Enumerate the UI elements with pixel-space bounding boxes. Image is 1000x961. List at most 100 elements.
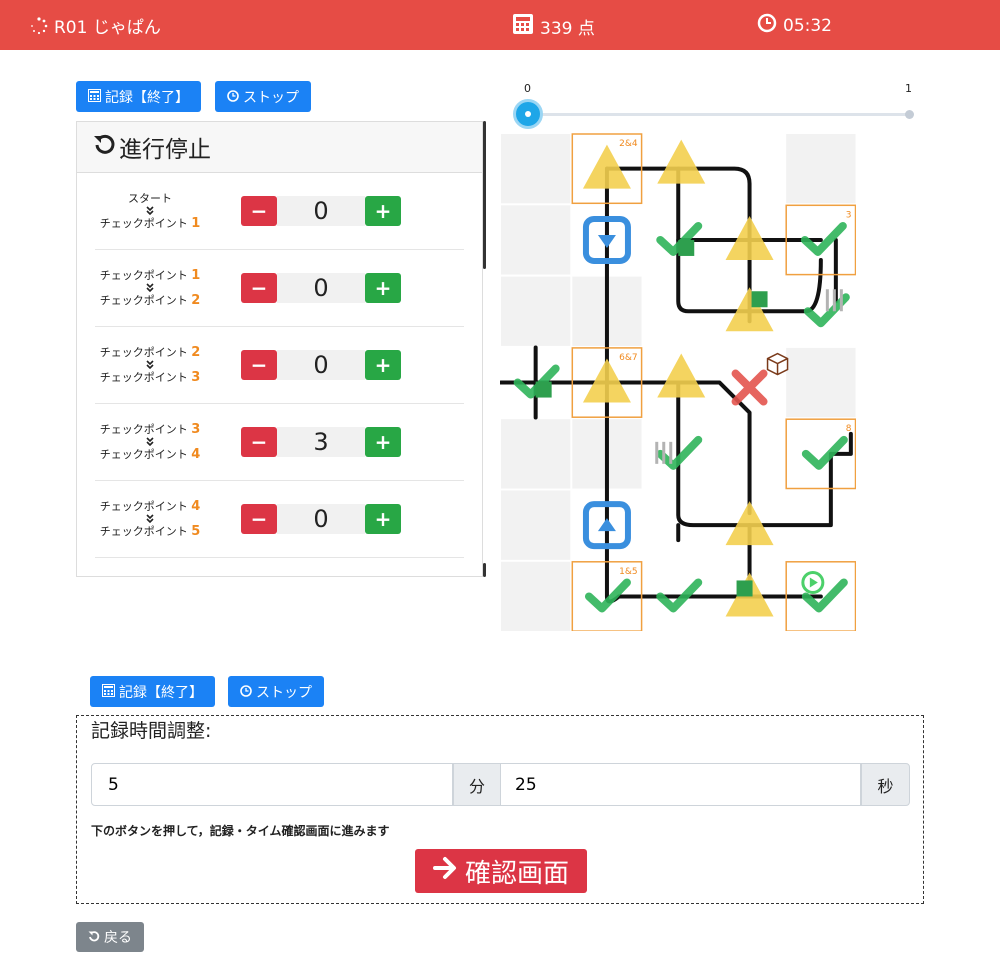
section-to: チェックポイント — [99, 217, 188, 230]
arrow-right-icon — [432, 856, 459, 887]
counter: − 3 + — [241, 427, 401, 457]
map-tile — [786, 347, 856, 418]
checkpoint-label: 6&7 — [619, 353, 637, 363]
increment-button[interactable]: + — [365, 273, 401, 303]
decrement-button[interactable]: − — [241, 504, 277, 534]
confirm-label: 確認画面 — [464, 858, 569, 889]
decrement-button[interactable]: − — [241, 196, 277, 226]
slider-handle[interactable] — [513, 99, 543, 129]
clock-icon — [240, 684, 252, 700]
speed-bump — [662, 441, 666, 464]
clock-icon — [227, 89, 239, 105]
section-row: チェックポイント 1 チェックポイント 2 − 0 + — [95, 250, 464, 327]
stop-button-bottom[interactable]: ストップ — [228, 676, 324, 707]
ramp-triangle — [582, 358, 631, 403]
ramp-triangle — [582, 144, 631, 189]
back-button[interactable]: 戻る — [76, 922, 144, 952]
record-end-label: 記録【終了】 — [119, 683, 203, 700]
minutes-input[interactable] — [91, 763, 453, 806]
section-to: チェックポイント — [99, 294, 188, 307]
section-from: チェックポイント — [99, 346, 188, 359]
arrow-up-icon — [597, 518, 616, 532]
minutes-unit: 分 — [453, 763, 501, 806]
section-to-num: 5 — [191, 524, 201, 539]
progress-panel: 進行停止 スタート チェックポイント 1 − 0 + チェックポイント 1 チェ… — [76, 121, 483, 577]
score-text: 339 点 — [540, 19, 595, 39]
time-adjust-title: 記録時間調整: — [91, 720, 212, 742]
confirm-button[interactable]: 確認画面 — [415, 849, 587, 893]
increment-button[interactable]: + — [365, 350, 401, 380]
top-toolbar: 記録【終了】 ストップ — [76, 81, 311, 112]
map-tile — [501, 134, 571, 204]
map-tile — [501, 419, 571, 489]
obstacle-block — [535, 381, 552, 398]
panel-scrollbar[interactable] — [483, 121, 486, 269]
time-adjust-box: 記録時間調整: 分 秒 下のボタンを押して，記録・タイム確認画面に進みます 確認… — [76, 715, 924, 904]
section-from: スタート — [128, 192, 172, 205]
section-list: スタート チェックポイント 1 − 0 + チェックポイント 1 チェックポイン… — [77, 173, 482, 558]
time-input-group: 分 秒 — [91, 763, 910, 806]
score-area: 339 点 — [512, 13, 595, 40]
count-value: 0 — [277, 273, 365, 303]
map-tile — [501, 561, 571, 631]
double-chevron-down-icon — [95, 283, 205, 293]
calculator-icon — [88, 88, 101, 105]
double-chevron-down-icon — [95, 360, 205, 370]
increment-button[interactable]: + — [365, 427, 401, 457]
section-row: スタート チェックポイント 1 − 0 + — [95, 173, 464, 250]
section-from: チェックポイント — [99, 269, 188, 282]
rotate-icon — [93, 132, 117, 162]
panel-header: 進行停止 — [77, 122, 482, 173]
stop-button[interactable]: ストップ — [215, 81, 311, 112]
decrement-button[interactable]: − — [241, 350, 277, 380]
map-tile — [501, 490, 571, 560]
section-row: チェックポイント 3 チェックポイント 4 − 3 + — [95, 404, 464, 481]
obstacle-block — [751, 291, 768, 308]
stop-label: ストップ — [243, 88, 299, 105]
section-to-num: 1 — [191, 216, 201, 231]
slider-min-label: 0 — [524, 82, 531, 95]
ramp-triangle — [657, 139, 706, 184]
section-to-num: 2 — [191, 293, 201, 308]
obstacle-block — [736, 580, 753, 597]
section-label: スタート チェックポイント 1 — [95, 191, 205, 231]
section-label: チェックポイント 2 チェックポイント 3 — [95, 345, 205, 385]
counter: − 0 + — [241, 504, 401, 534]
section-to: チェックポイント — [99, 448, 188, 461]
map-tile — [786, 134, 856, 204]
slider-max-label: 1 — [905, 82, 912, 95]
decrement-button[interactable]: − — [241, 427, 277, 457]
section-row: チェックポイント 4 チェックポイント 5 − 0 + — [95, 481, 464, 558]
double-chevron-down-icon — [95, 514, 205, 524]
section-from-num: 4 — [191, 499, 201, 514]
title-area: R01 じゃぱん — [30, 13, 161, 38]
section-from-num: 3 — [191, 422, 201, 437]
increment-button[interactable]: + — [365, 504, 401, 534]
decrement-button[interactable]: − — [241, 273, 277, 303]
slider-end-dot — [905, 110, 914, 119]
checkpoint-label: 3 — [846, 210, 852, 220]
section-to: チェックポイント — [99, 371, 188, 384]
record-end-button[interactable]: 記録【終了】 — [76, 81, 201, 112]
checkpoint-label: 2&4 — [619, 139, 638, 149]
count-value: 0 — [277, 350, 365, 380]
speed-bump — [839, 289, 843, 312]
count-value: 0 — [277, 196, 365, 226]
bottom-toolbar: 記録【終了】 ストップ — [90, 676, 324, 707]
progress-slider[interactable]: 0 1 — [500, 82, 925, 129]
record-end-button-bottom[interactable]: 記録【終了】 — [90, 676, 215, 707]
speed-bump — [825, 289, 829, 312]
calculator-icon — [102, 683, 115, 700]
count-value: 0 — [277, 504, 365, 534]
confirm-note: 下のボタンを押して，記録・タイム確認画面に進みます — [91, 824, 390, 838]
record-end-label: 記録【終了】 — [105, 88, 189, 105]
counter: − 0 + — [241, 196, 401, 226]
back-label: 戻る — [104, 929, 132, 945]
arrow-down-icon — [597, 234, 616, 248]
map-tile — [501, 276, 571, 346]
calculator-icon — [512, 13, 534, 40]
seconds-input[interactable] — [501, 763, 861, 806]
slider-track — [528, 113, 910, 116]
increment-button[interactable]: + — [365, 196, 401, 226]
timer-area: 05:32 — [757, 13, 832, 38]
